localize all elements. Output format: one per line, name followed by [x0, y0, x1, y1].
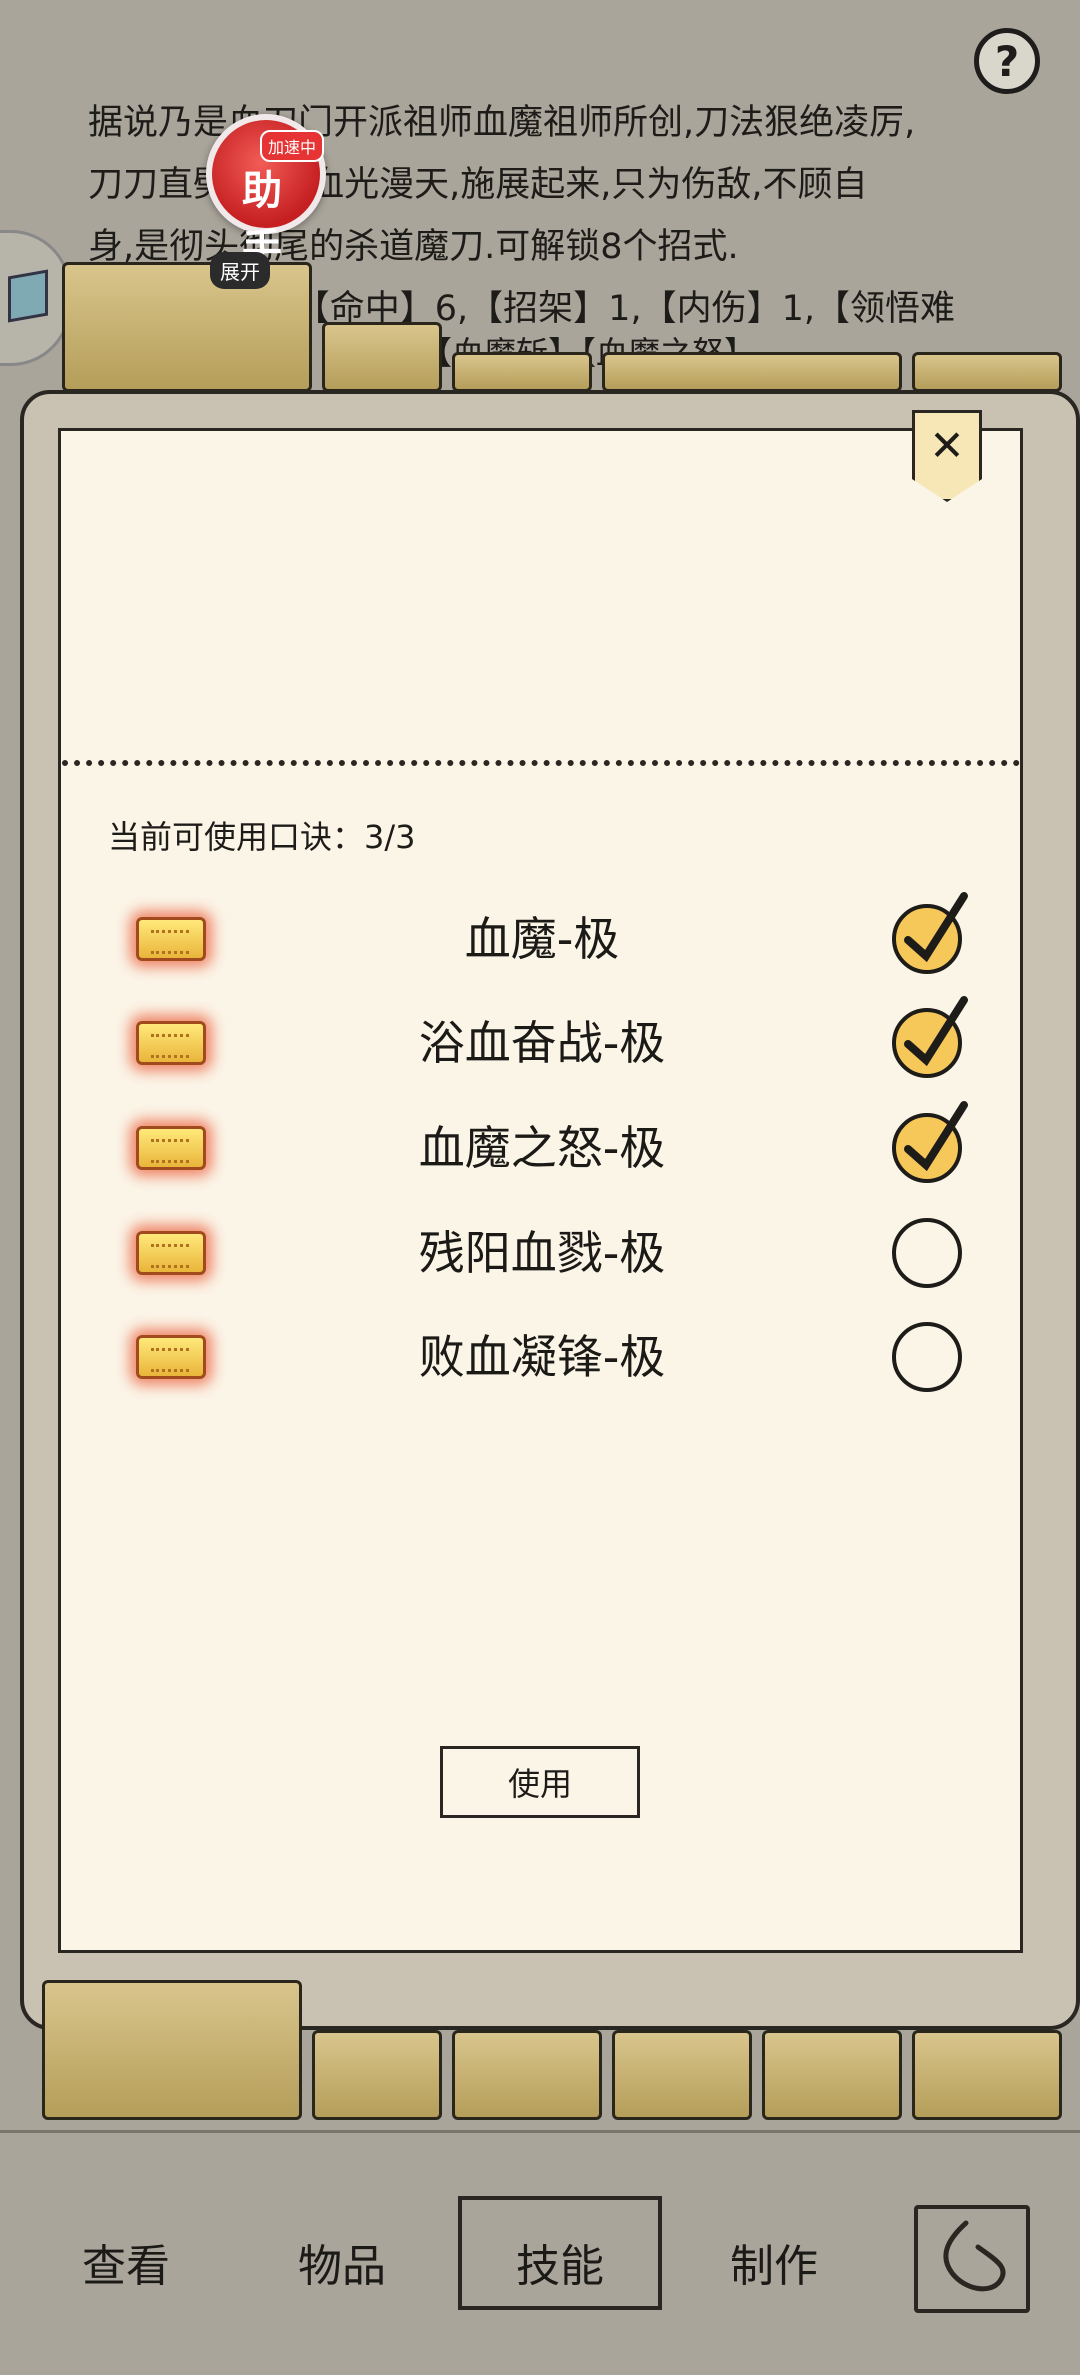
checkbox-checked[interactable] [892, 892, 968, 974]
mantra-row[interactable]: 浴血奋战-极 [62, 996, 1020, 1089]
mantra-row[interactable]: 残阳血戮-极 [62, 1209, 1020, 1299]
ground-line [0, 2130, 1080, 2163]
checkbox-checked[interactable] [892, 996, 968, 1078]
checkmark-icon [904, 996, 968, 1067]
checkbox-unchecked[interactable] [892, 1218, 962, 1288]
quota-value: 3/3 [364, 818, 416, 856]
mantra-row[interactable]: 血魔之怒-极 [62, 1101, 1020, 1194]
back-icon [943, 2220, 1006, 2292]
mantra-name: 浴血奋战-极 [418, 1016, 666, 1070]
close-icon: ✕ [929, 421, 965, 470]
checkbox-checked[interactable] [892, 1101, 968, 1183]
mantra-quota: 当前可使用口诀：3/3 [108, 812, 416, 858]
use-button[interactable]: 使用 [440, 1746, 640, 1818]
nav-craft[interactable]: 制作 [730, 2230, 818, 2294]
mantra-row[interactable]: 败血凝锋-极 [62, 1313, 1020, 1403]
quota-label: 当前可使用口诀： [108, 818, 365, 856]
mantra-row[interactable]: 血魔-极 [62, 892, 1020, 985]
speed-assistant-bubble[interactable]: 加速中 助手 [206, 114, 326, 272]
mantra-name: 败血凝锋-极 [418, 1330, 666, 1384]
expand-button[interactable]: 展开 [210, 252, 270, 289]
checkmark-icon [904, 1101, 968, 1172]
nav-view[interactable]: 查看 [82, 2230, 170, 2294]
scroll-bottom-roller [22, 1980, 1080, 2120]
scroll-top-roller [22, 262, 1080, 392]
checkmark-icon [904, 892, 968, 963]
help-button[interactable]: ? [974, 28, 1040, 94]
divider [62, 760, 1020, 766]
mantra-name: 血魔-极 [464, 912, 620, 966]
back-button[interactable] [914, 2205, 1030, 2313]
checkbox-unchecked[interactable] [892, 1322, 962, 1392]
mantra-name: 残阳血戮-极 [418, 1226, 666, 1280]
mantra-name: 血魔之怒-极 [418, 1121, 666, 1175]
nav-items[interactable]: 物品 [298, 2230, 386, 2294]
nav-skills[interactable]: 技能 [516, 2230, 604, 2294]
